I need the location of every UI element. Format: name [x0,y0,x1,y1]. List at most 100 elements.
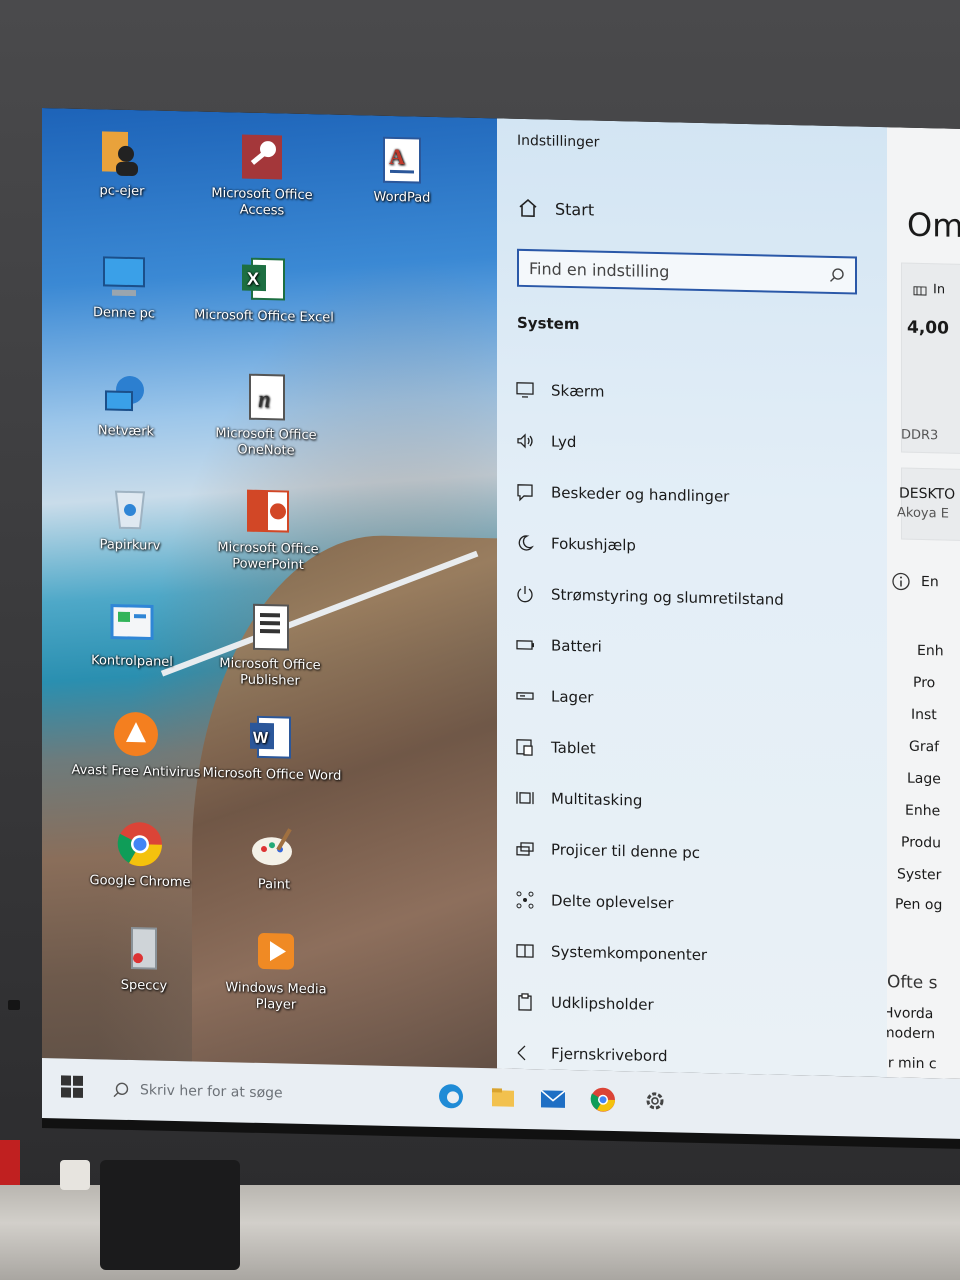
desktop-icon-wordpad[interactable]: A WordPad [332,133,472,208]
settings-item-multitasking[interactable]: Multitasking [507,772,867,831]
related-link-1b[interactable]: modern [887,1025,935,1042]
wordpad-icon: A [383,136,421,184]
about-heading: Om [907,205,960,245]
spec-row: Inst [911,706,937,724]
display-icon [516,381,534,398]
multitasking-icon [516,791,534,804]
desktop-icon-avast[interactable]: Avast Free Antivirus [66,707,206,782]
project-icon [516,841,534,856]
desktop-icon-onenote[interactable]: n Microsoft Office OneNote [196,369,336,460]
moon-icon [518,534,534,551]
desktop-icon-word[interactable]: W Microsoft Office Word [202,710,342,785]
control-panel-icon [110,604,154,641]
search-icon [830,268,844,282]
media-player-icon [258,933,294,970]
spec-row: Pen og [895,896,943,914]
svg-text:W: W [253,730,269,747]
hinge-highlight [60,1160,90,1190]
battery-icon [516,639,534,650]
components-icon [516,943,534,958]
screen: pc-ejer Denne pc Netværk Papirkurv Kontr… [42,108,960,1149]
desktop-icon-access[interactable]: Microsoft Office Access [192,129,332,220]
computer-icon [103,256,145,297]
notification-icon [517,483,533,501]
settings-item-projicer[interactable]: Projicer til denne pc [507,823,867,882]
user-folder-icon [102,131,138,177]
bezel-sensor [8,1000,20,1010]
spec-row: Lage [907,770,941,788]
file-explorer-icon[interactable] [488,1082,518,1113]
related-link-2[interactable]: Er min c [887,1055,937,1072]
desktop-icon-netvaerk[interactable]: Netværk [56,366,196,441]
powerpoint-icon [247,489,289,533]
desktop-icon-papirkurv[interactable]: Papirkurv [60,480,200,555]
settings-item-lager[interactable]: Lager [507,670,867,729]
avast-icon [114,712,158,757]
about-panel: Om In 4,00 DDR3 DESKTO Akoya E En Enh Pr… [887,127,960,1079]
settings-item-udklipsholder[interactable]: Udklipsholder [507,976,867,1035]
ram-type: DDR3 [901,427,939,444]
tablet-icon [516,738,533,756]
clipboard-icon [518,992,532,1011]
spec-row: Pro [913,674,936,692]
desktop-icon-media-player[interactable]: Windows Media Player [206,924,346,1015]
settings-home-button[interactable]: Start [517,197,594,221]
spec-row: Graf [909,738,940,756]
settings-item-stroemstyring[interactable]: Strømstyring og slumretilstand [507,568,867,627]
desktop-icon-denne-pc[interactable]: Denne pc [54,248,194,323]
onenote-icon: n [249,373,285,421]
paint-icon [252,828,292,866]
power-icon [517,585,533,602]
desktop-icon-excel[interactable]: X Microsoft Office Excel [194,251,334,326]
settings-search-input[interactable]: Find en indstilling [517,248,857,295]
chrome-icon [117,822,162,867]
settings-item-tablet[interactable]: Tablet [507,721,867,780]
edge-icon[interactable] [436,1081,466,1112]
network-icon [105,375,144,412]
home-icon [519,198,537,217]
ram-card [901,262,960,455]
storage-icon [516,691,534,700]
ram-value: 4,00 [907,317,949,339]
spec-row: Enhe [905,802,941,820]
settings-item-batteri[interactable]: Batteri [507,619,867,678]
device-card[interactable] [901,467,960,542]
desktop-icon-powerpoint[interactable]: Microsoft Office PowerPoint [198,484,338,575]
chrome-taskbar-icon[interactable] [588,1084,618,1115]
device-name: DESKTO [899,485,956,503]
memory-icon [913,286,927,296]
excel-icon: X [242,257,285,301]
shared-experiences-icon [516,890,534,909]
mail-icon[interactable] [538,1083,568,1114]
publisher-icon [253,603,289,651]
desktop-icon-publisher[interactable]: Microsoft Office Publisher [200,600,340,691]
settings-item-lyd[interactable]: Lyd [507,415,867,474]
word-icon: W [250,715,291,759]
settings-title: Indstillinger [517,132,600,151]
taskbar-search[interactable]: Skriv her for at søge [106,1069,406,1116]
settings-item-fokushjaelp[interactable]: Fokushjælp [507,517,867,576]
desktop-icon-speccy[interactable]: Speccy [74,921,214,996]
taskbar-search-placeholder: Skriv her for at søge [140,1082,283,1102]
recycle-bin-icon [114,490,146,530]
settings-search-placeholder: Find en indstilling [529,258,670,281]
desktop-icon-kontrolpanel[interactable]: Kontrolpanel [62,596,202,671]
settings-item-beskeder[interactable]: Beskeder og handlinger [507,466,867,525]
related-link-1[interactable]: Hvorda [887,1005,933,1022]
settings-item-skaerm[interactable]: Skærm [507,364,867,423]
settings-item-systemkomponenter[interactable]: Systemkomponenter [507,925,867,984]
spec-row: Syster [897,866,942,884]
spec-row: Enh [917,642,944,660]
speaker-icon [517,432,533,449]
settings-item-delte[interactable]: Delte oplevelser [507,874,867,933]
ram-label: In [933,282,946,298]
svg-text:A: A [389,144,405,169]
windows-start-icon[interactable] [60,1074,84,1099]
settings-home-label: Start [555,199,595,220]
settings-menu: Skærm Lyd Beskeder og handlinger Fokushj… [507,364,867,1086]
desktop-icon-pc-ejer[interactable]: pc-ejer [52,126,192,201]
laptop-hinge [100,1160,240,1270]
desktop-icon-chrome[interactable]: Google Chrome [70,817,210,892]
desktop-icon-paint[interactable]: Paint [204,820,344,895]
settings-gear-icon[interactable] [640,1086,670,1117]
